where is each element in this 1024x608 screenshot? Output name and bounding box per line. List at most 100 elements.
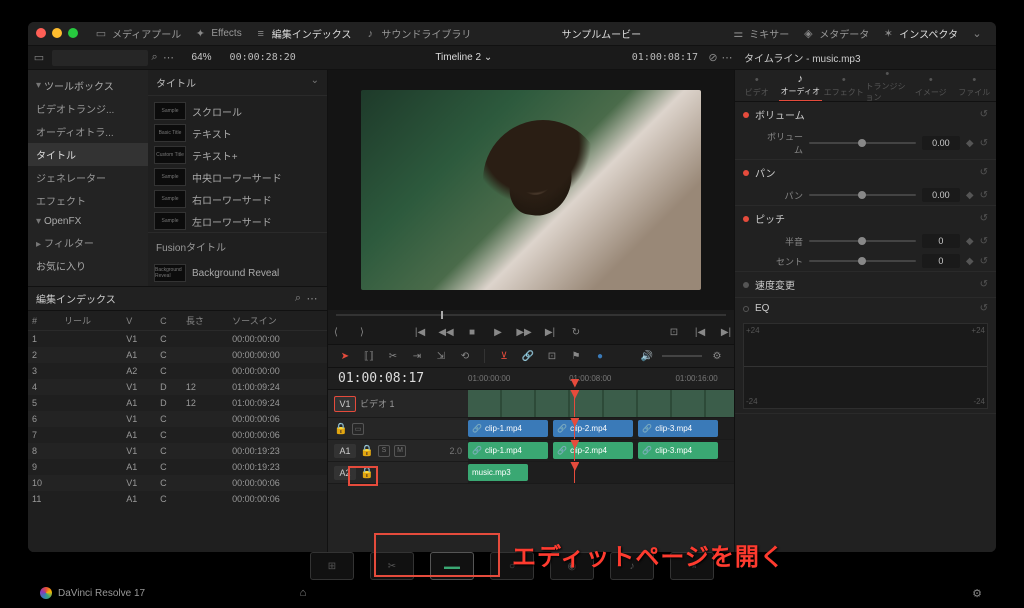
openfx-header[interactable]: OpenFX: [28, 212, 148, 231]
stop-icon[interactable]: ■: [465, 325, 479, 339]
index-col[interactable]: #: [28, 311, 60, 331]
audio-clip[interactable]: 🔗clip-3.mp4: [638, 442, 718, 459]
cent-slider[interactable]: [809, 260, 916, 262]
track-a1-label[interactable]: A1: [334, 444, 356, 458]
home-icon[interactable]: ⌂: [296, 586, 310, 600]
volume-slider[interactable]: [809, 142, 916, 144]
video-clip[interactable]: 🔗clip-3.mp4: [638, 420, 718, 437]
more-icon[interactable]: ⋯: [305, 292, 319, 306]
index-col[interactable]: C: [156, 311, 182, 331]
index-col[interactable]: V: [122, 311, 156, 331]
toolbox-item[interactable]: ジェネレーター: [28, 166, 148, 189]
project-settings-icon[interactable]: ⚙: [970, 586, 984, 600]
max-dot[interactable]: [68, 28, 78, 38]
index-row[interactable]: 7A1C00:00:00:06: [28, 427, 327, 443]
link-icon[interactable]: 🔗: [519, 347, 537, 365]
insert-icon[interactable]: ⇥: [408, 347, 426, 365]
inspector-tab[interactable]: •トランジション: [866, 70, 910, 101]
options-icon[interactable]: ⋯: [162, 51, 176, 65]
index-col[interactable]: リール: [60, 311, 122, 331]
overwrite-icon[interactable]: ⇲: [432, 347, 450, 365]
lock-icon[interactable]: ⊡: [543, 347, 561, 365]
reset-icon[interactable]: ↺: [980, 138, 988, 149]
track-a2-label[interactable]: A2: [334, 466, 356, 480]
metadata-button[interactable]: ◈メタデータ: [795, 26, 875, 41]
index-col[interactable]: ソースイン: [228, 311, 327, 331]
inspector-button[interactable]: ✶インスペクタ: [875, 26, 964, 41]
index-col[interactable]: 長さ: [182, 311, 228, 331]
index-row[interactable]: 9A1C00:00:19:23: [28, 459, 327, 475]
disable-video-icon[interactable]: ▭: [352, 423, 364, 435]
title-item[interactable]: Sampleスクロール: [152, 100, 323, 122]
video-clip[interactable]: 🔗clip-2.mp4: [553, 420, 633, 437]
fusion-titles-header[interactable]: Fusionタイトル: [148, 232, 327, 260]
inspector-tab[interactable]: ♪オーディオ: [779, 70, 823, 101]
timeline-selector[interactable]: Timeline 2 ⌄: [427, 52, 500, 63]
match-icon[interactable]: ⊡: [667, 325, 681, 339]
volume-header[interactable]: ボリューム↺: [735, 102, 996, 127]
eq-header[interactable]: EQ↺: [735, 298, 996, 319]
index-row[interactable]: 8V1C00:00:19:23: [28, 443, 327, 459]
inspector-tab[interactable]: •エフェクト: [822, 70, 866, 101]
sidebar-toggle-icon[interactable]: ▭: [32, 51, 46, 65]
arrow-tool-icon[interactable]: ➤: [336, 347, 354, 365]
audio-clip[interactable]: 🔗clip-1.mp4: [468, 442, 548, 459]
lock-icon[interactable]: 🔒: [360, 466, 374, 480]
edit-page-icon[interactable]: ▬▬: [430, 552, 474, 580]
effects-button[interactable]: ✦Effects: [187, 27, 247, 41]
lock-icon[interactable]: 🔒: [360, 444, 374, 458]
pan-header[interactable]: パン↺: [735, 160, 996, 185]
media-page-icon[interactable]: ⊞: [310, 552, 354, 580]
toolbox-item[interactable]: オーディオトラ...: [28, 120, 148, 143]
prev-icon[interactable]: ◀◀: [439, 325, 453, 339]
toolbox-item[interactable]: タイトル: [28, 143, 148, 166]
solo-button[interactable]: S: [378, 445, 390, 457]
title-item[interactable]: Sample中央ローワーサード: [152, 166, 323, 188]
pitch-header[interactable]: ピッチ↺: [735, 206, 996, 231]
audio-clip[interactable]: 🔗clip-2.mp4: [553, 442, 633, 459]
mark-in-icon[interactable]: ⟨: [329, 325, 343, 339]
last-frame-icon[interactable]: ▶|: [543, 325, 557, 339]
snap-icon[interactable]: ⊻: [495, 347, 513, 365]
bypass-icon[interactable]: ⊘: [706, 51, 720, 65]
next-icon[interactable]: ▶▶: [517, 325, 531, 339]
cut-page-icon[interactable]: ✂: [370, 552, 414, 580]
title-item[interactable]: Sample右ローワーサード: [152, 188, 323, 210]
index-row[interactable]: 1V1C00:00:00:00: [28, 331, 327, 348]
blade-tool-icon[interactable]: ✂: [384, 347, 402, 365]
filters-item[interactable]: フィルター: [28, 231, 148, 254]
marker-icon[interactable]: ●: [591, 347, 609, 365]
mediapool-button[interactable]: ▭メディアプール: [88, 26, 187, 41]
inspector-tab[interactable]: •イメージ: [909, 70, 953, 101]
timeline-options-icon[interactable]: ⚙: [708, 347, 726, 365]
min-dot[interactable]: [52, 28, 62, 38]
index-row[interactable]: 2A1C00:00:00:00: [28, 347, 327, 363]
title-item[interactable]: Sample左ローワーサード: [152, 210, 323, 232]
index-row[interactable]: 11A1C00:00:00:06: [28, 491, 327, 507]
title-item[interactable]: Custom Titleテキスト+: [152, 144, 323, 166]
mark-out-icon[interactable]: ⟩: [355, 325, 369, 339]
semitone-slider[interactable]: [809, 240, 916, 242]
more-icon[interactable]: ⋯: [720, 51, 734, 65]
titles-header[interactable]: タイトル⌄: [148, 70, 327, 96]
track-v1-label[interactable]: V1: [334, 396, 356, 412]
index-row[interactable]: 4V1D1201:00:09:24: [28, 379, 327, 395]
edit-index-button[interactable]: ≡編集インデックス: [248, 26, 358, 41]
mute-button[interactable]: M: [394, 445, 406, 457]
viewer[interactable]: [328, 70, 734, 310]
index-row[interactable]: 10V1C00:00:00:06: [28, 475, 327, 491]
viewer-zoom[interactable]: 64%: [182, 52, 222, 63]
video-clip[interactable]: 🔗clip-1.mp4: [468, 420, 548, 437]
inspector-tab[interactable]: •ビデオ: [735, 70, 779, 101]
index-row[interactable]: 6V1C00:00:00:06: [28, 411, 327, 427]
eq-graph[interactable]: +24 -24 +24 -24: [743, 323, 988, 409]
soundlib-button[interactable]: ♪サウンドライブラリ: [357, 26, 477, 41]
music-clip[interactable]: music.mp3: [468, 464, 528, 481]
inspector-tab[interactable]: •ファイル: [953, 70, 997, 101]
trim-tool-icon[interactable]: ⟦⟧: [360, 347, 378, 365]
search-box[interactable]: ⌕⋯: [46, 50, 182, 66]
mixer-button[interactable]: ⚌ミキサー: [725, 26, 795, 41]
loop-icon[interactable]: ↻: [569, 325, 583, 339]
volume-icon[interactable]: 🔊: [638, 347, 656, 365]
index-row[interactable]: 3A2C00:00:00:00: [28, 363, 327, 379]
